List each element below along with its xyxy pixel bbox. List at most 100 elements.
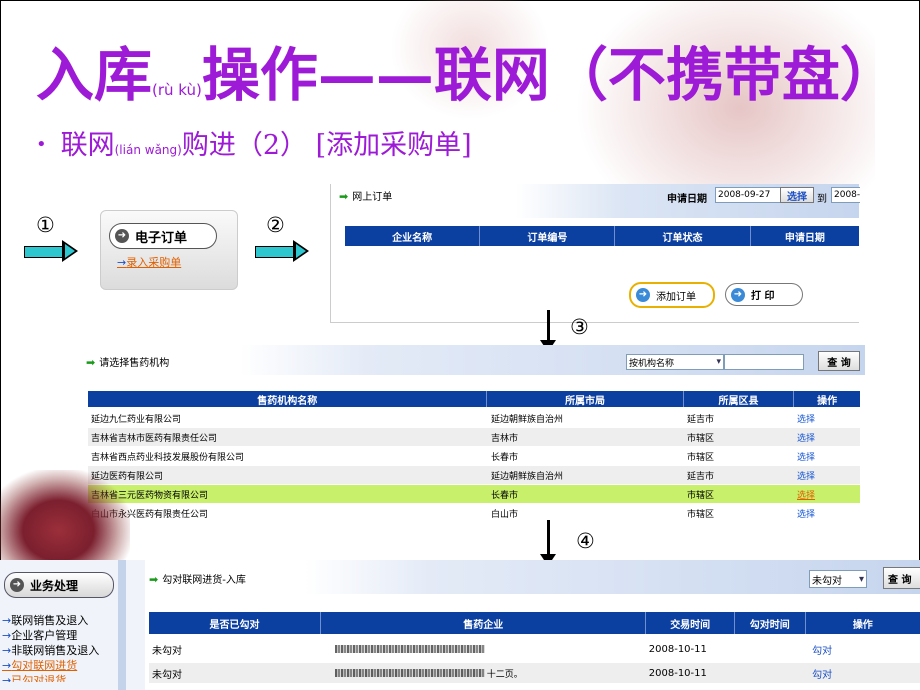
slide-footer-note: 十二页。 bbox=[486, 669, 523, 680]
check-link[interactable]: 勾对 bbox=[798, 639, 920, 659]
down-arrow-icon bbox=[540, 310, 556, 352]
check-query-button[interactable]: 查 询 bbox=[883, 567, 920, 589]
date-select-button[interactable]: 选择 bbox=[780, 187, 814, 203]
org-name-cell: 吉林省吉林市医药有限责任公司 bbox=[91, 433, 218, 444]
column-header: 操作 bbox=[817, 395, 838, 407]
arrow-circle-icon: ➜ bbox=[10, 578, 24, 592]
arrow-right-icon: → bbox=[117, 256, 127, 269]
table-row[interactable]: 吉林省吉林市医药有限责任公司 吉林市 市辖区 选择 bbox=[88, 428, 860, 446]
bullet-pinyin: (lián wǎng) bbox=[114, 143, 182, 157]
add-order-button[interactable]: ➜ 添加订单 bbox=[629, 282, 715, 308]
org-search-input[interactable] bbox=[724, 354, 804, 370]
down-arrow-icon-2 bbox=[540, 520, 556, 566]
select-link[interactable]: 选择 bbox=[794, 485, 860, 503]
org-city-cell: 延边朝鲜族自治州 bbox=[491, 471, 564, 482]
electronic-order-label: 电子订单 bbox=[135, 230, 188, 246]
sidebar-item-checked-returns[interactable]: →已勾对退货 bbox=[2, 672, 66, 682]
table-row[interactable]: 未勾对 2008-10-11 勾对 bbox=[149, 639, 920, 659]
business-menu-button[interactable]: ➜ 业务处理 bbox=[4, 572, 114, 598]
org-name-cell: 白山市永兴医药有限责任公司 bbox=[91, 509, 209, 520]
select-link[interactable]: 选择 bbox=[794, 466, 860, 484]
trade-time-cell: 2008-10-11 bbox=[648, 643, 707, 655]
org-filter-select[interactable]: 按机构名称 ▾ bbox=[626, 354, 724, 370]
org-panel-title: ➡ 请选择售药机构 bbox=[86, 356, 170, 369]
column-header: 操作 bbox=[852, 619, 873, 631]
check-panel: ➡ 勾对联网进货-入库 未勾对 ▾ 查 询 是否已勾对 售药企业 交易时间 勾对时间… bbox=[145, 560, 920, 690]
column-header: 企业名称 bbox=[345, 226, 481, 246]
org-panel: ➡ 请选择售药机构 按机构名称 ▾ 查 询 售药机构名称 所属市局 所属区县 操作 … bbox=[80, 345, 865, 523]
menu-box: ➜ 电子订单 →录入采购单 bbox=[100, 210, 238, 290]
table-row[interactable]: 白山市永兴医药有限责任公司 白山市 市辖区 选择 bbox=[88, 504, 860, 522]
sidebar-item-check-purchase[interactable]: →勾对联网进货 bbox=[2, 657, 77, 673]
order-panel: ➡ 网上订单 申请日期 2008-09-27 选择 到 2008- 企业名称 订单… bbox=[330, 184, 860, 323]
print-button[interactable]: ➜ 打 印 bbox=[725, 283, 803, 306]
org-table-header: 售药机构名称 所属市局 所属区县 操作 bbox=[88, 391, 860, 407]
slide-title: 入库(rù kù)操作——联网（不携带盘） bbox=[36, 40, 898, 125]
trade-time-cell: 2008-10-11 bbox=[648, 667, 707, 679]
org-district-cell: 市辖区 bbox=[687, 452, 715, 463]
org-query-button[interactable]: 查 询 bbox=[818, 351, 860, 371]
column-header: 是否已勾对 bbox=[149, 612, 322, 634]
column-header: 所属市局 bbox=[487, 391, 684, 407]
sidebar-item-online-sales[interactable]: →联网销售及退入 bbox=[2, 612, 88, 628]
bullet-dot: • bbox=[36, 134, 47, 155]
order-panel-title: ➡ 网上订单 bbox=[339, 190, 393, 203]
check-link[interactable]: 勾对 bbox=[798, 663, 920, 683]
org-city-cell: 长春市 bbox=[491, 452, 519, 463]
org-city-cell: 长春市 bbox=[491, 490, 519, 501]
check-panel-title: ➡ 勾对联网进货-入库 bbox=[149, 573, 246, 586]
arrow-circle-icon: ➜ bbox=[636, 288, 650, 302]
select-link[interactable]: 选择 bbox=[794, 447, 860, 465]
table-row[interactable]: 未勾对 十二页。 2008-10-11 勾对 bbox=[149, 663, 920, 683]
check-table-header: 是否已勾对 售药企业 交易时间 勾对时间 操作 bbox=[149, 612, 920, 634]
sidebar: ➜ 业务处理 →联网销售及退入 →企业客户管理 →非联网销售及退入 →勾对联网进货… bbox=[0, 560, 147, 690]
org-name-cell: 吉林省西点药业科技发展股份有限公司 bbox=[91, 452, 245, 463]
select-link[interactable]: 选择 bbox=[794, 428, 860, 446]
step-3-label: ③ bbox=[570, 315, 589, 339]
table-row-highlighted[interactable]: 吉林省三元医药物资有限公司 长春市 市辖区 选择 bbox=[88, 485, 860, 503]
date-label: 申请日期 bbox=[667, 194, 707, 205]
check-filter-select[interactable]: 未勾对 ▾ bbox=[809, 570, 867, 588]
green-arrow-icon: ➡ bbox=[339, 190, 349, 203]
sidebar-item-customer-mgmt[interactable]: →企业客户管理 bbox=[2, 627, 77, 643]
org-name-cell: 吉林省三元医药物资有限公司 bbox=[91, 490, 209, 501]
org-district-cell: 延吉市 bbox=[687, 414, 715, 425]
date-from-input[interactable]: 2008-09-27 bbox=[715, 187, 781, 203]
right-arrow-icon bbox=[24, 240, 78, 262]
select-link[interactable]: 选择 bbox=[794, 409, 860, 427]
title-rest: 操作——联网（不携带盘） bbox=[201, 41, 898, 109]
org-district-cell: 市辖区 bbox=[687, 509, 715, 520]
chevron-down-icon: ▾ bbox=[716, 357, 721, 367]
title-main: 入库 bbox=[36, 41, 153, 109]
date-to-input[interactable]: 2008- bbox=[831, 187, 860, 203]
supplier-cell-redacted bbox=[315, 639, 646, 659]
org-district-cell: 市辖区 bbox=[687, 433, 715, 444]
table-row[interactable]: 吉林省西点药业科技发展股份有限公司 长春市 市辖区 选择 bbox=[88, 447, 860, 465]
check-status-cell: 未勾对 bbox=[152, 669, 182, 681]
check-time-cell bbox=[731, 663, 799, 683]
column-header: 售药机构名称 bbox=[88, 391, 488, 407]
org-name-cell: 延边九仁药业有限公司 bbox=[91, 414, 182, 425]
step-2-label: ② bbox=[266, 213, 285, 237]
table-row[interactable]: 延边九仁药业有限公司 延边朝鲜族自治州 延吉市 选择 bbox=[88, 409, 860, 427]
org-name-cell: 延边医药有限公司 bbox=[88, 466, 488, 484]
column-header: 交易时间 bbox=[646, 612, 735, 634]
order-table-header: 企业名称 订单编号 订单状态 申请日期 bbox=[345, 226, 859, 246]
step-1-label: ① bbox=[36, 213, 55, 237]
column-header: 订单状态 bbox=[615, 226, 751, 246]
enter-purchase-link[interactable]: →录入采购单 bbox=[117, 254, 181, 270]
supplier-cell-redacted: 十二页。 bbox=[315, 663, 646, 683]
date-to-label: 到 bbox=[817, 194, 827, 205]
org-city-cell: 延边朝鲜族自治州 bbox=[491, 414, 564, 425]
electronic-order-button[interactable]: ➜ 电子订单 bbox=[109, 223, 217, 249]
arrow-circle-icon: ➜ bbox=[115, 229, 129, 243]
slide-bullet: • 联网(lián wǎng)购进（2） [添加采购单] bbox=[36, 128, 472, 167]
select-link[interactable]: 选择 bbox=[794, 504, 860, 522]
green-arrow-icon: ➡ bbox=[86, 356, 96, 369]
table-row[interactable]: 延边医药有限公司 延边朝鲜族自治州 延吉市 选择 bbox=[88, 466, 860, 484]
bullet-main: 联网 bbox=[60, 130, 115, 161]
bullet-rest: 购进（2） [添加采购单] bbox=[181, 130, 472, 161]
sidebar-item-offline-sales[interactable]: →非联网销售及退入 bbox=[2, 642, 99, 658]
column-header: 售药企业 bbox=[321, 612, 647, 634]
step-4-label: ④ bbox=[576, 529, 595, 553]
